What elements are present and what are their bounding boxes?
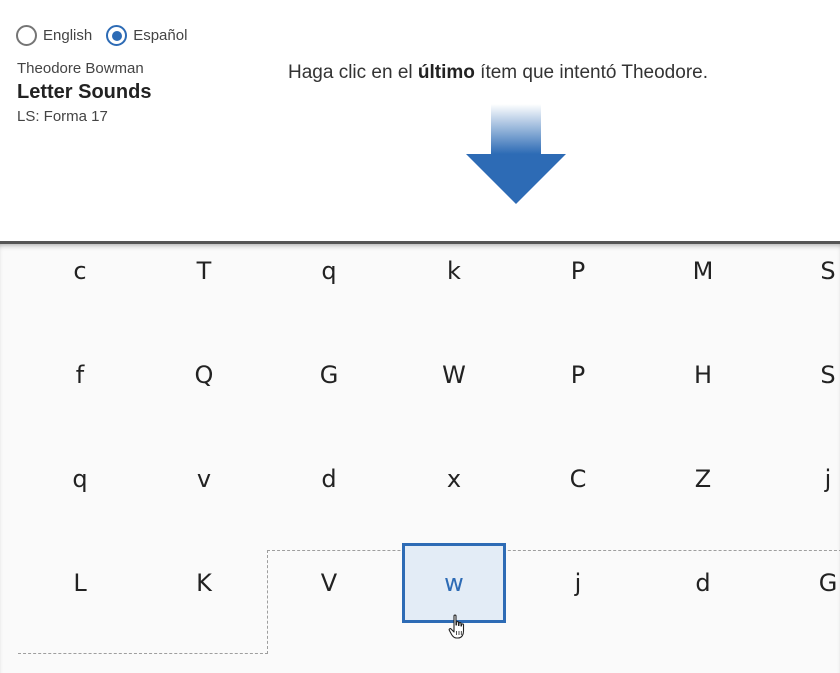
letter-item-r2-c3[interactable]: G [277, 335, 381, 415]
radio-english[interactable]: English [16, 25, 92, 46]
down-arrow-icon [466, 104, 566, 204]
radio-espanol-label: Español [133, 27, 188, 44]
radio-english-button[interactable] [16, 25, 37, 46]
letter-item-r3-c4[interactable]: x [402, 439, 506, 519]
letter-item-r2-c5[interactable]: P [526, 335, 630, 415]
letter-item-r1-c4[interactable]: k [402, 244, 506, 311]
letter-item-r3-c2[interactable]: v [152, 439, 256, 519]
assessment-title: Letter Sounds [17, 81, 152, 103]
radio-espanol[interactable]: Español [106, 25, 187, 46]
instruction-prefix: Haga clic en el [288, 62, 418, 83]
language-selector: English Español [16, 25, 201, 46]
letter-item-r2-c4[interactable]: W [402, 335, 506, 415]
letter-item-r2-c2[interactable]: Q [152, 335, 256, 415]
letter-item-r1-c7[interactable]: S [776, 244, 840, 311]
letter-item-r4-c6[interactable]: d [651, 543, 755, 623]
letter-item-r2-c6[interactable]: H [651, 335, 755, 415]
letter-item-r1-c2[interactable]: T [152, 244, 256, 311]
letter-item-r2-c7[interactable]: S [776, 335, 840, 415]
letter-item-r1-c3[interactable]: q [277, 244, 381, 311]
letter-item-r3-c1[interactable]: q [28, 439, 132, 519]
letter-item-r1-c5[interactable]: P [526, 244, 630, 311]
letter-grid: cTqkPMSfQGWPHSqvdxCZjLKVwjdG [0, 241, 840, 673]
letter-item-r4-c2[interactable]: K [152, 543, 256, 623]
radio-espanol-button[interactable] [106, 25, 128, 46]
dashed-guide-left [267, 550, 268, 654]
dashed-guide-bottom [18, 653, 268, 654]
letter-item-r3-c3[interactable]: d [277, 439, 381, 519]
letter-item-r1-c6[interactable]: M [651, 244, 755, 311]
letter-item-r4-c4[interactable]: w [402, 543, 506, 623]
letter-item-r3-c6[interactable]: Z [651, 439, 755, 519]
letter-item-r4-c3[interactable]: V [277, 543, 381, 623]
instruction-emphasis: último [417, 62, 475, 83]
letter-item-r4-c5[interactable]: j [526, 543, 630, 623]
letter-item-r1-c1[interactable]: c [28, 244, 132, 311]
instruction-text: Haga clic en el último ítem que intentó … [288, 62, 708, 84]
letter-item-r4-c1[interactable]: L [28, 543, 132, 623]
instruction-suffix: ítem que intentó Theodore. [474, 62, 708, 83]
letter-item-r4-c7[interactable]: G [776, 543, 840, 623]
radio-english-label: English [43, 27, 93, 44]
student-name: Theodore Bowman [17, 60, 144, 77]
letter-item-r3-c5[interactable]: C [526, 439, 630, 519]
form-label: LS: Forma 17 [17, 108, 108, 125]
letter-item-r2-c1[interactable]: f [28, 335, 132, 415]
letter-item-r3-c7[interactable]: j [776, 439, 840, 519]
